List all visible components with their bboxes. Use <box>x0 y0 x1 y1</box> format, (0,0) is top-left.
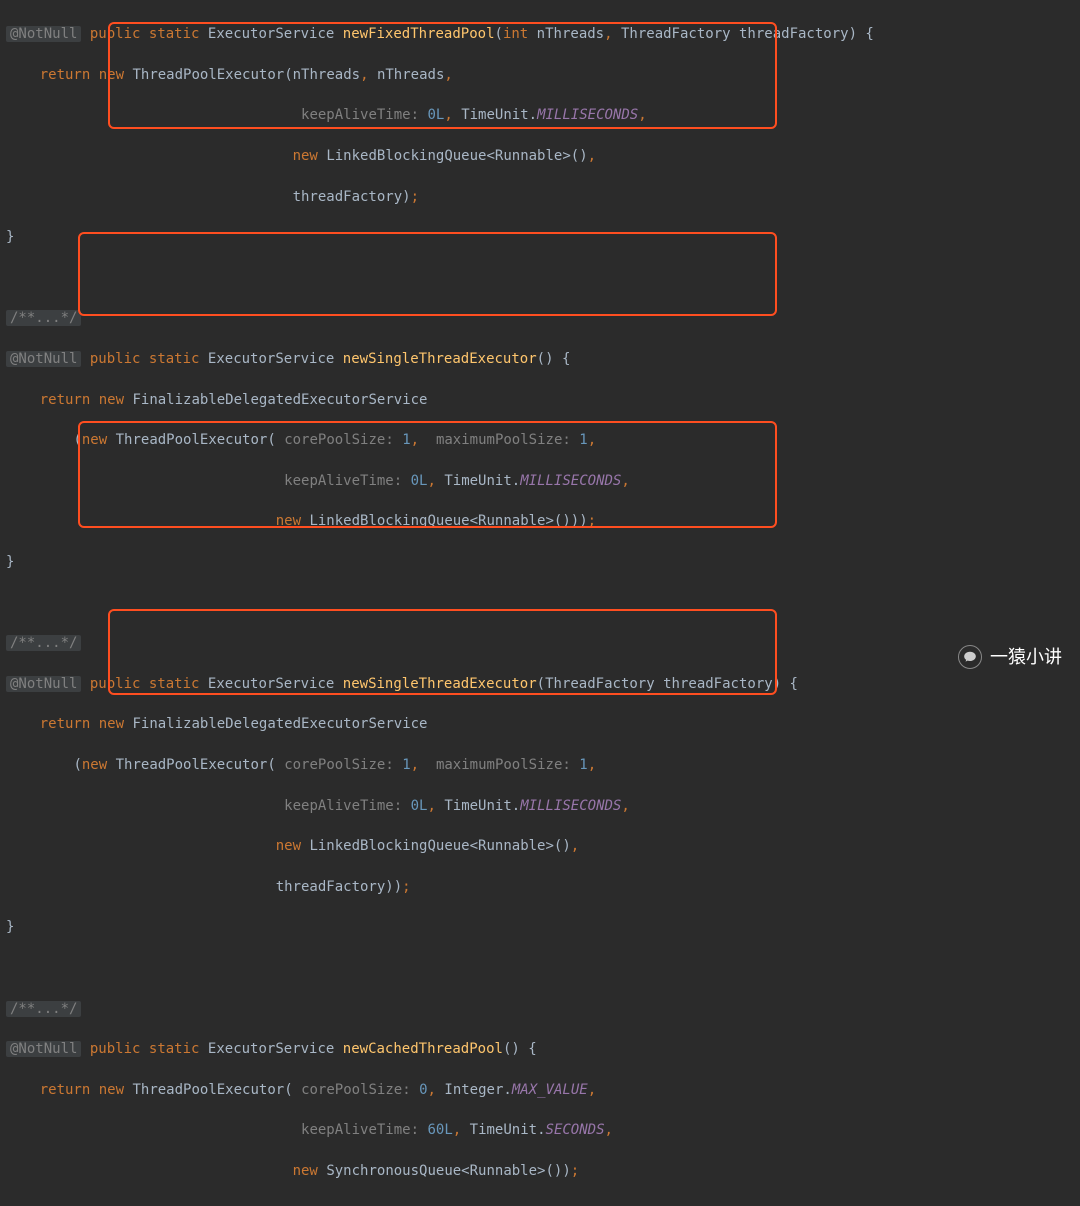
annotation: @NotNull <box>6 26 81 42</box>
wechat-icon <box>958 645 982 669</box>
annotation: @NotNull <box>6 676 81 692</box>
code-block: @NotNull public static ExecutorService n… <box>0 0 1080 1206</box>
folded-doc[interactable]: /**...*/ <box>6 310 81 326</box>
annotation: @NotNull <box>6 351 81 367</box>
folded-doc[interactable]: /**...*/ <box>6 1001 81 1017</box>
folded-doc[interactable]: /**...*/ <box>6 635 81 651</box>
annotation: @NotNull <box>6 1041 81 1057</box>
watermark-text: 一猿小讲 <box>990 644 1062 670</box>
watermark: 一猿小讲 <box>958 644 1062 670</box>
